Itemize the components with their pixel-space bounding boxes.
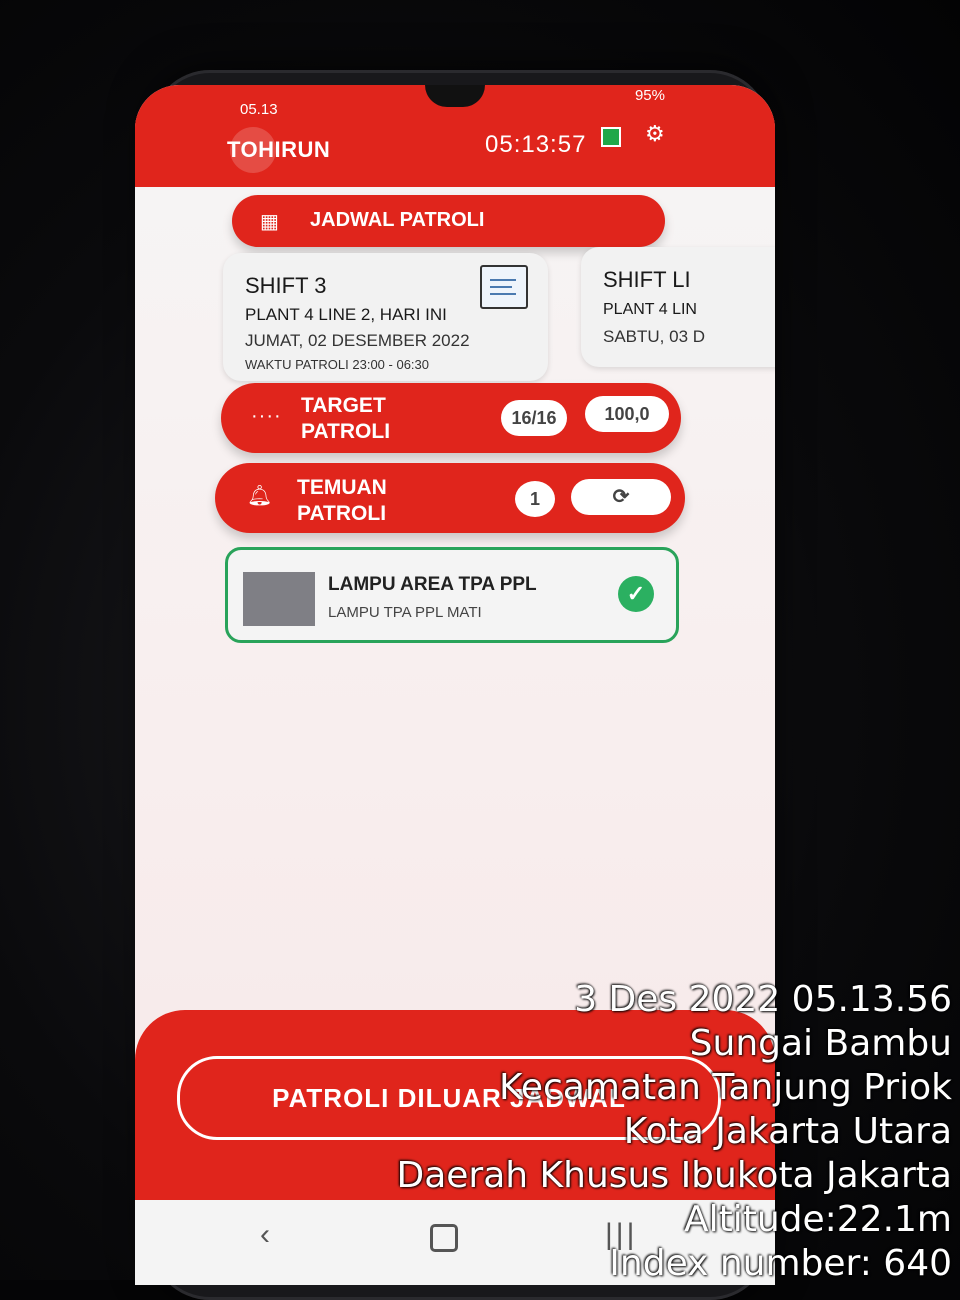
camera-notch [425, 85, 485, 107]
schedule-button[interactable]: ▦ JADWAL PATROLI [232, 195, 665, 247]
stamp-line: Kota Jakarta Utara [623, 1111, 952, 1152]
shift-card-next[interactable]: SHIFT LI PLANT 4 LIN SABTU, 03 D [581, 247, 775, 367]
shift-location: PLANT 4 LINE 2, HARI INI [245, 305, 447, 324]
stamp-altitude: Altitude:22.1m [683, 1199, 952, 1240]
finding-count-badge: 1 [515, 481, 555, 517]
shift-card[interactable]: SHIFT 3 PLANT 4 LINE 2, HARI INI JUMAT, … [223, 253, 548, 381]
finding-title: LAMPU AREA TPA PPL [328, 574, 537, 595]
schedule-button-label: JADWAL PATROLI [310, 209, 485, 231]
finding-subtitle: LAMPU TPA PPL MATI [328, 604, 482, 621]
stamp-datetime: 3 Des 2022 05.13.56 [574, 979, 952, 1020]
target-score-badge: 100,0 [585, 396, 669, 432]
shift-time: WAKTU PATROLI 23:00 - 06:30 [245, 357, 429, 372]
clipboard-icon [480, 265, 528, 309]
check-icon: ✓ [618, 576, 654, 612]
bell-icon: 🔔︎ [247, 485, 273, 507]
header-clock: 05:13:57 [485, 131, 587, 158]
stamp-index: Index number: 640 [609, 1243, 952, 1284]
finding-thumbnail [243, 572, 315, 626]
stamp-line: Kecamatan Tanjung Priok [499, 1067, 952, 1108]
connection-status-icon [601, 127, 621, 147]
shift-title: SHIFT LI [603, 267, 691, 292]
app-header: TOHIRUN 05:13:57 ⚙ [135, 115, 775, 187]
target-patrol-label: TARGET PATROLI [301, 394, 391, 443]
shift-date: SABTU, 03 D [603, 327, 706, 346]
target-patrol-button[interactable]: ···· TARGET PATROLI 16/16 100,0 [221, 383, 681, 453]
back-icon[interactable]: ‹ [260, 1218, 270, 1252]
finding-patrol-label: TEMUAN PATROLI [297, 476, 387, 525]
calendar-icon: ▦ [260, 211, 279, 233]
stamp-line: Sungai Bambu [689, 1023, 952, 1064]
user-name: TOHIRUN [227, 137, 331, 162]
finding-list-item[interactable]: LAMPU AREA TPA PPL LAMPU TPA PPL MATI ✓ [225, 547, 679, 643]
finding-patrol-button[interactable]: 🔔︎ TEMUAN PATROLI 1 ⟳ [215, 463, 685, 533]
refresh-icon[interactable]: ⟳ [571, 479, 671, 515]
battery-level: 95% [634, 87, 665, 104]
shift-title: SHIFT 3 [245, 273, 327, 298]
shift-location: PLANT 4 LIN [603, 301, 697, 318]
dots-icon: ···· [251, 405, 282, 427]
photo-timestamp-overlay: 3 Des 2022 05.13.56 Sungai Bambu Kecamat… [397, 978, 953, 1286]
stamp-line: Daerah Khusus Ibukota Jakarta [396, 1155, 953, 1196]
gear-icon[interactable]: ⚙ [645, 121, 665, 147]
shift-date: JUMAT, 02 DESEMBER 2022 [245, 331, 470, 350]
target-count-badge: 16/16 [501, 400, 567, 436]
